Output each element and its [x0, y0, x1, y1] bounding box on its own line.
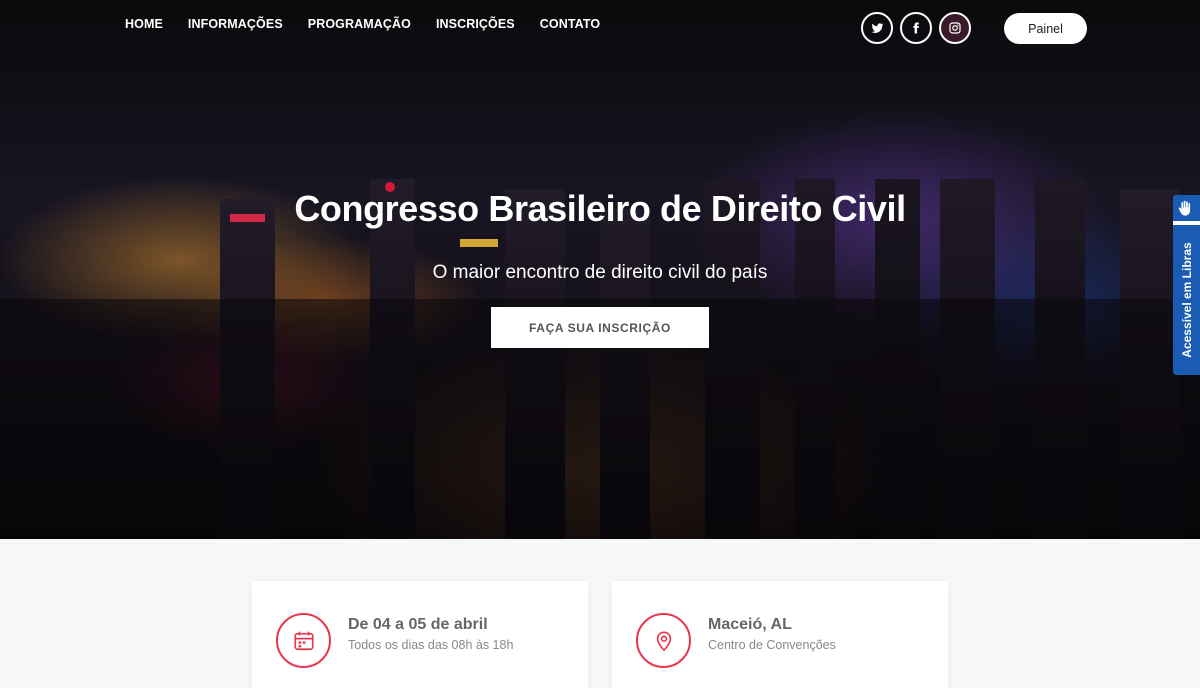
libras-label-panel: Acessível em Libras [1173, 225, 1200, 375]
painel-button[interactable]: Painel [1004, 13, 1087, 44]
map-pin-icon [636, 613, 691, 668]
hero-title: Congresso Brasileiro de Direito Civil [294, 188, 906, 229]
date-title: De 04 a 05 de abril [348, 616, 488, 633]
location-info-card: Maceió, AL Centro de Convenções [612, 581, 948, 688]
hero-subtitle: O maior encontro de direito civil do paí… [432, 262, 768, 283]
nav-inscricoes[interactable]: INSCRIÇÕES [436, 17, 515, 31]
twitter-icon[interactable] [861, 12, 893, 44]
date-subtitle: Todos os dias das 08h às 18h [348, 638, 514, 652]
instagram-icon[interactable] [939, 12, 971, 44]
social-links [861, 12, 971, 44]
nav-home[interactable]: HOME [125, 17, 163, 31]
main-nav: HOME INFORMAÇÕES PROGRAMAÇÃO INSCRIÇÕES … [125, 17, 600, 31]
register-button[interactable]: FAÇA SUA INSCRIÇÃO [491, 307, 709, 348]
nav-contato[interactable]: CONTATO [540, 17, 600, 31]
facebook-icon[interactable] [900, 12, 932, 44]
location-subtitle: Centro de Convenções [708, 638, 836, 652]
date-info-card: De 04 a 05 de abril Todos os dias das 08… [252, 581, 588, 688]
sign-language-hand-icon [1173, 195, 1200, 223]
calendar-icon [276, 613, 331, 668]
nav-programacao[interactable]: PROGRAMAÇÃO [308, 17, 411, 31]
libras-label: Acessível em Libras [1179, 242, 1194, 358]
libras-accessibility-widget[interactable]: Acessível em Libras [1173, 195, 1200, 375]
nav-informacoes[interactable]: INFORMAÇÕES [188, 17, 283, 31]
location-title: Maceió, AL [708, 616, 792, 633]
